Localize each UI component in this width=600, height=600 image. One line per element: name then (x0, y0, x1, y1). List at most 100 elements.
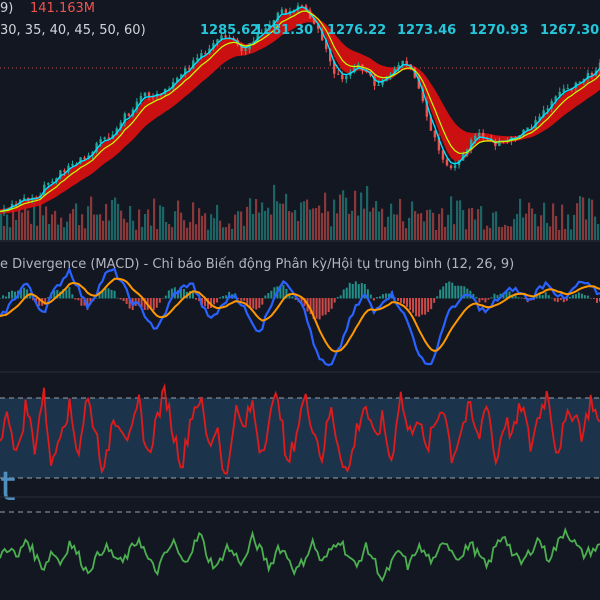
volume-bar (570, 229, 573, 240)
volume-bar (489, 228, 492, 240)
volume-bar (465, 229, 468, 240)
macd-histogram-bar (487, 298, 490, 300)
volume-bar (363, 208, 366, 240)
macd-histogram-bar (571, 294, 574, 299)
macd-histogram-bar (315, 298, 318, 319)
macd-histogram-bar (445, 282, 448, 299)
macd-histogram-bar (80, 298, 83, 306)
macd-histogram-bar (484, 298, 487, 303)
volume-bar (267, 207, 270, 240)
volume-bar (537, 226, 540, 240)
macd-histogram-bar (324, 298, 327, 315)
volume-bar (348, 213, 351, 240)
volume-bar (90, 196, 93, 240)
volume-bar (576, 203, 579, 240)
macd-histogram-bar (400, 298, 403, 303)
volume-bar (189, 221, 192, 240)
volume-bar (177, 200, 180, 240)
volume-bar (315, 208, 318, 240)
macd-histogram-bar (378, 296, 381, 299)
volume-bar (429, 209, 432, 240)
volume-bar (114, 197, 117, 240)
volume-bar (207, 229, 210, 240)
volume-bar (279, 203, 282, 240)
volume-bar (273, 184, 276, 240)
macd-histogram-bar (155, 298, 158, 308)
volume-legend-prefix: 9) (0, 1, 13, 16)
volume-bar (297, 220, 300, 240)
macd-histogram-bar (375, 297, 378, 299)
ema-value-3: 1276.22 (327, 23, 386, 38)
macd-histogram-bar (222, 296, 225, 299)
macd-histogram-bar (433, 298, 436, 303)
volume-bar (399, 198, 402, 240)
volume-bar (426, 210, 429, 240)
macd-histogram-bar (336, 297, 339, 299)
volume-bar (432, 212, 435, 240)
macd-histogram-bar (5, 296, 8, 299)
volume-bar (534, 213, 537, 240)
candle-body (143, 92, 147, 97)
macd-histogram-bar (330, 298, 333, 309)
candle-body (127, 113, 131, 116)
volume-bar (495, 211, 498, 240)
volume-bar (339, 194, 342, 240)
volume-bar (435, 229, 438, 240)
volume-bar (549, 226, 552, 240)
macd-histogram-bar (553, 298, 556, 302)
volume-bar (48, 224, 51, 240)
candle-body (526, 127, 529, 130)
macd-histogram-bar (354, 281, 357, 299)
candle-body (71, 164, 74, 166)
candle-body (405, 60, 408, 65)
volume-bar (357, 215, 360, 240)
volume-bar (18, 206, 21, 240)
volume-bar (354, 190, 357, 240)
volume-bar (384, 226, 387, 240)
volume-bar (129, 205, 132, 240)
volume-bar (594, 216, 597, 240)
macd-histogram-bar (409, 298, 412, 311)
macd-histogram-bar (475, 296, 478, 299)
macd-histogram-bar (8, 291, 11, 299)
macd-histogram-bar (213, 298, 216, 305)
volume-bar (486, 225, 489, 240)
volume-bar (477, 209, 480, 240)
volume-bar (252, 213, 255, 240)
volume-bar (150, 225, 153, 240)
macd-histogram-bar (451, 282, 454, 299)
macd-histogram-bar (406, 298, 409, 307)
volume-bar (381, 208, 384, 240)
macd-histogram-bar (372, 298, 375, 301)
volume-bar (318, 205, 321, 240)
volume-bar (258, 212, 261, 240)
macd-histogram-bar (342, 289, 345, 299)
macd-histogram-bar (454, 285, 457, 299)
volume-bar (219, 220, 222, 240)
macd-histogram-bar (583, 295, 586, 299)
volume-bar (438, 213, 441, 240)
macd-histogram-bar (318, 298, 321, 320)
volume-bar (84, 228, 87, 240)
candle-body (103, 137, 106, 140)
macd-histogram-bar (396, 298, 399, 301)
volume-bar (291, 212, 294, 240)
macd-histogram-bar (164, 295, 167, 299)
macd-histogram-bar (2, 295, 5, 299)
macd-histogram-bar (448, 281, 451, 299)
volume-bar (93, 214, 96, 240)
volume-bar (165, 221, 168, 240)
volume-bar (120, 210, 123, 240)
volume-bar (171, 227, 174, 240)
volume-bar (132, 220, 135, 240)
volume-bar (192, 202, 195, 240)
trading-chart[interactable]: 9) 141.163M 30, 35, 40, 45, 50, 60) 1285… (0, 0, 600, 600)
volume-bar (213, 218, 216, 240)
macd-histogram-bar (577, 292, 580, 299)
volume-bar (12, 209, 15, 240)
volume-bar (408, 217, 411, 240)
macd-histogram-bar (544, 292, 547, 299)
volume-bar (201, 215, 204, 240)
volume-bar (117, 203, 120, 240)
macd-histogram-bar (161, 297, 164, 299)
